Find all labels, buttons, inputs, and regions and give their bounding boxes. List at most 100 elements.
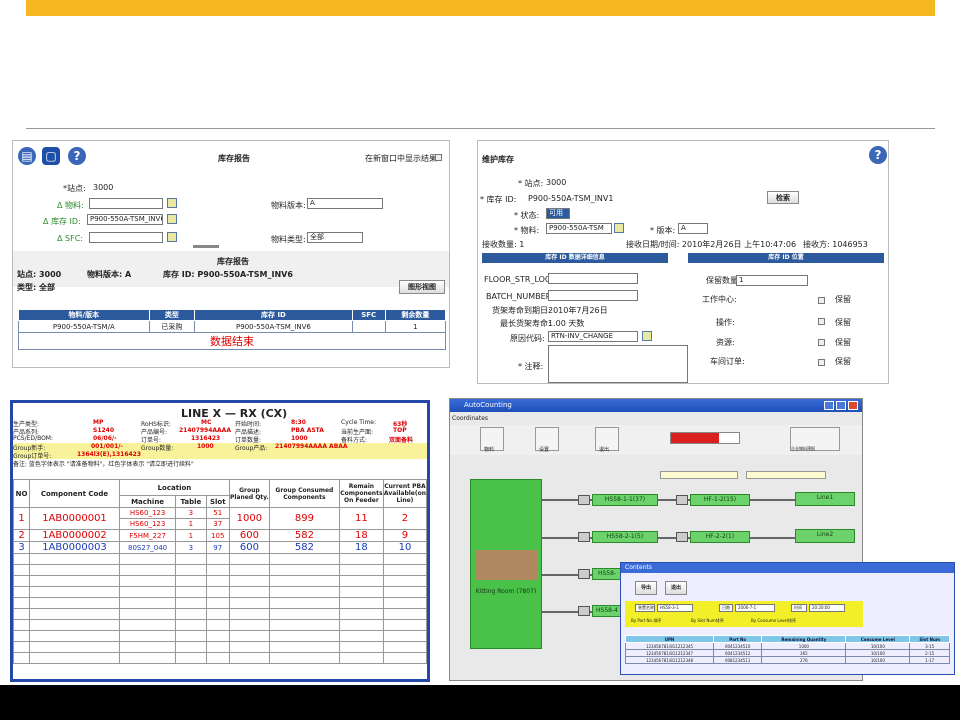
material-input[interactable]	[89, 198, 163, 209]
top-accent-bar	[26, 0, 935, 16]
resource-checkbox[interactable]	[818, 339, 825, 346]
batch-input[interactable]	[548, 290, 638, 301]
cell-machine: F5HM_227	[118, 529, 177, 542]
cell-slot: 97	[205, 541, 230, 554]
contents-dialog: Contents 导出 退出 装置名称 HS58-3-1 日期 2006-7-1…	[620, 562, 955, 675]
new-window-checkbox[interactable]	[435, 154, 442, 161]
feeder-icon[interactable]	[578, 532, 590, 542]
info-value: 1000	[291, 435, 308, 442]
cell-no: 1	[13, 507, 30, 530]
device-label: 装置名称	[635, 604, 655, 612]
cell-slot: 37	[205, 518, 230, 530]
window-icon[interactable]: ▢	[42, 147, 60, 165]
details-header: 库存 ID 数据详细信息	[482, 253, 668, 263]
close-icon[interactable]	[848, 401, 858, 410]
cell-planned: 600	[228, 529, 270, 542]
material-version-label: 物料版本:	[271, 201, 306, 210]
summary-version: 物料版本: A	[87, 270, 132, 279]
table-row[interactable]: 123456781/811212348 0081234511 276 10/10…	[624, 656, 950, 664]
material-version-input[interactable]: A	[307, 198, 383, 209]
table-row[interactable]: 123456781/811212347 0041234512 365 10/10…	[624, 649, 950, 657]
cell-remaining: 1	[384, 320, 447, 333]
panel-title: 维护库存	[482, 155, 514, 164]
line1-node[interactable]: Line1	[795, 492, 855, 506]
info-label: Group数量:	[141, 445, 174, 452]
print-icon[interactable]: ▤	[18, 147, 36, 165]
floor-input[interactable]	[548, 273, 638, 284]
reason-input[interactable]: RTN-INV_CHANGE	[548, 331, 638, 342]
status-select[interactable]: 可用	[546, 208, 570, 219]
sfc-picker-icon[interactable]	[167, 232, 177, 242]
feeder-icon[interactable]	[578, 569, 590, 579]
info-box	[660, 471, 738, 479]
inventory-picker-icon[interactable]	[167, 214, 177, 224]
node-hs58-1-1[interactable]: HS58-1-1(37)	[592, 494, 658, 506]
col-machine: Machine	[118, 495, 177, 508]
scroll-handle[interactable]	[193, 245, 219, 248]
feeder-icon[interactable]	[676, 495, 688, 505]
col-type: 类型	[148, 309, 196, 321]
cell-part-no: 0041234512	[713, 649, 763, 657]
sfc-input[interactable]	[89, 232, 163, 243]
material-picker-icon[interactable]	[167, 198, 177, 208]
site-label: * 站点:	[518, 179, 544, 188]
node-hf-1-2[interactable]: HF-1-2(15)	[690, 494, 750, 506]
feeder-icon[interactable]	[578, 606, 590, 616]
kitting-room[interactable]: Kitting Room (7807)	[470, 479, 542, 649]
sort-by-consume[interactable]: By Consume Level排序	[751, 618, 796, 624]
reason-picker-icon[interactable]	[642, 331, 652, 341]
graph-view-button[interactable]: 图形视图	[399, 280, 445, 294]
cell-material: P900-550A-TSM/A	[18, 320, 150, 333]
work-center-checkbox[interactable]	[818, 297, 825, 304]
menu-coordinates[interactable]: Coordinates	[452, 415, 488, 422]
material-input[interactable]: P900-550A-TSM	[546, 223, 612, 234]
material-picker-icon[interactable]	[614, 223, 624, 233]
shop-order-checkbox[interactable]	[818, 359, 825, 366]
maintain-inventory-panel: 维护库存 ? * 站点: 3000 * 库存 ID: P900-550A-TSM…	[477, 140, 889, 384]
export-button[interactable]: 导出	[635, 581, 657, 595]
node-hs58-2-1[interactable]: HS58-2-1(5)	[592, 531, 658, 543]
node-hs58-4[interactable]: HS58-4	[592, 605, 622, 617]
resource-label: 资源:	[716, 338, 735, 347]
cell-type: 已采购	[148, 320, 196, 333]
keep-qty-input[interactable]: 1	[736, 275, 808, 286]
cell-upn: 123456781/811212345	[624, 642, 715, 650]
table-row[interactable]: 3 1AB0000003 80S27_040 3 97 600 582 18 1…	[13, 541, 427, 554]
table-row[interactable]: 1 1AB0000001 HS60_123 3 51 1000 899 11 2	[13, 507, 427, 530]
col-remaining: 剩余数量	[384, 309, 447, 321]
exit-button[interactable]: 退出	[665, 581, 687, 595]
sort-by-slot[interactable]: By Slot Num排序	[691, 618, 724, 624]
device-input[interactable]: HS58-3-1	[657, 604, 693, 612]
table-row[interactable]: P900-550A-TSM/A 已采购 P900-550A-TSM_INV6 1	[18, 320, 447, 333]
feeder-icon[interactable]	[578, 495, 590, 505]
time-label: 时间	[791, 604, 807, 612]
shop-order-keep: 保留	[835, 357, 851, 366]
version-input[interactable]: A	[678, 223, 708, 234]
operation-checkbox[interactable]	[818, 318, 825, 325]
inventory-id-input[interactable]: P900-550A-TSM_INV6	[87, 214, 163, 225]
time-input[interactable]: 20:20:00	[809, 604, 845, 612]
minimize-icon[interactable]	[824, 401, 834, 410]
date-input[interactable]: 2006-7-1	[735, 604, 775, 612]
col-material: 物料/版本	[18, 309, 150, 321]
line2-node[interactable]: Line2	[795, 529, 855, 543]
cell-upn: 123456781/811212347	[624, 649, 715, 657]
node-hf-2-2[interactable]: HF-2-2(1)	[690, 531, 750, 543]
forecast-button-label: 企业物料预报	[791, 446, 815, 451]
maximize-icon[interactable]	[836, 401, 846, 410]
table-row[interactable]: 123456781/811212345 0041234510 1000 10/1…	[624, 642, 950, 650]
help-icon[interactable]: ?	[68, 147, 86, 165]
panel-title: 库存报告	[218, 154, 250, 163]
comment-label: * 注释:	[518, 362, 544, 371]
search-button[interactable]: 检索	[767, 191, 799, 204]
help-icon[interactable]: ?	[869, 146, 887, 164]
material-type-select[interactable]: 全部	[307, 232, 363, 243]
group-info-highlight	[13, 443, 427, 459]
sfc-label: Δ SFC:	[57, 234, 83, 243]
table-row[interactable]: 2 1AB0000002 F5HM_227 1 105 600 582 18 9	[13, 529, 427, 542]
version-label: * 版本:	[650, 226, 676, 235]
feeder-icon[interactable]	[676, 532, 688, 542]
sort-by-part[interactable]: By Part No.排序	[631, 618, 661, 624]
node-hs58-3[interactable]: HS58-	[592, 568, 622, 580]
comment-textarea[interactable]	[548, 345, 688, 383]
